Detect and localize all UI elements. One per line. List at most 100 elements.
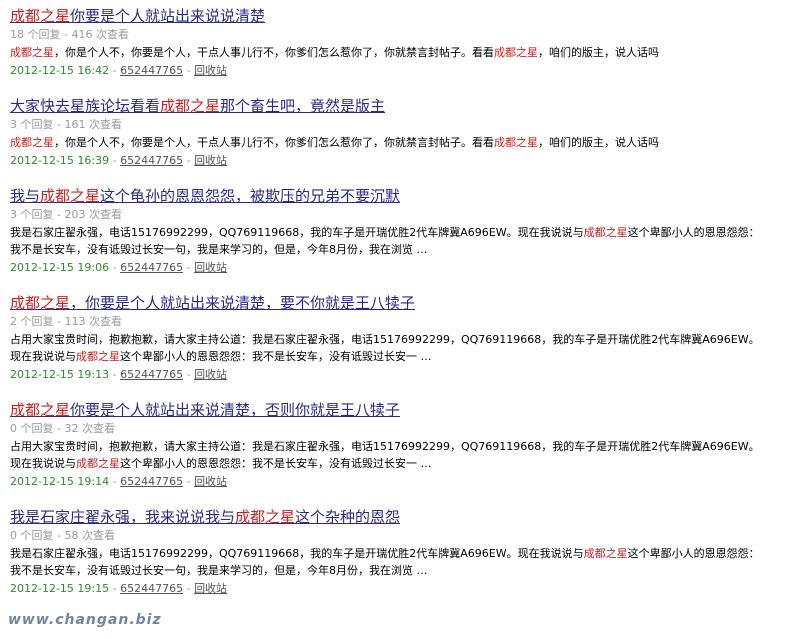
separator: - [183,475,195,488]
title-keyword-highlight: 成都之星 [10,294,71,312]
view-label: 次查看 [78,422,115,435]
separator: - [109,64,121,77]
reply-label: 个回复 - [17,422,65,435]
separator: - [183,368,195,381]
title-text: 你要是个人就站出来说清楚，否则你就是王八犊子 [70,401,401,419]
snippet-text: 我是石家庄翟永强，电话15176992299，QQ769119668，我的车子是… [10,547,584,560]
snippet-keyword-highlight: 成都之星 [583,226,628,239]
result-title-link[interactable]: 我是石家庄翟永强，我来说说我与成都之星这个杂种的恩怨 [10,507,400,527]
reply-count: 3 [10,208,17,221]
view-count: 203 [64,208,86,221]
title-text: 这个杂种的恩怨 [295,508,401,526]
post-date: 2012-12-15 16:42 [10,64,110,77]
result-title-link[interactable]: 我与成都之星这个龟孙的恩恩怨怨，被欺压的兄弟不要沉默 [10,186,400,206]
watermark-logo: www.changan.biz [8,612,162,628]
result-snippet: 占用大家宝贵时间，抱歉抱歉，请大家主持公道：我是石家庄翟永强，电话1517699… [10,438,770,472]
search-results: 成都之星你要是个人就站出来说说清楚 18 个回复 - 416 次查看 成都之星，你是… [0,0,792,597]
title-text: 那个畜生吧，竟然是版主 [220,97,386,115]
title-keyword-highlight: 成都之星 [10,7,71,25]
result-title-link[interactable]: 成都之星你要是个人就站出来说清楚，否则你就是王八犊子 [10,400,400,420]
title-text: 我是石家庄翟永强，我来说说我与 [10,508,236,526]
separator: - [109,475,121,488]
result-title-link[interactable]: 大家快去星族论坛看看成都之星那个畜生吧，竟然是版主 [10,96,385,116]
snippet-text: 这个卑鄙小人的恩恩怨怨：我不是长安车，没有诋毁过长安一 … [120,457,432,470]
author-link[interactable]: 652447765 [120,64,183,77]
author-link[interactable]: 652447765 [120,475,183,488]
title-text: 你要是个人就站出来说说清楚 [70,7,266,25]
snippet-text: ，你是个人不，你要是个人，干点人事儿行不，你爹们怎么惹你了，你就禁言封帖子。看看 [54,46,494,59]
result-snippet: 我是石家庄翟永强，电话15176992299，QQ769119668，我的车子是… [10,224,770,258]
title-keyword-highlight: 成都之星 [40,187,101,205]
result-footer: 2012-12-15 19:14 - 652447765 - 回收站 [10,473,792,490]
post-date: 2012-12-15 16:39 [10,154,110,167]
result-snippet: 成都之星，你是个人不，你要是个人，干点人事儿行不，你爹们怎么惹你了，你就禁言封帖… [10,44,770,61]
result-footer: 2012-12-15 16:39 - 652447765 - 回收站 [10,152,792,169]
recycle-bin-link[interactable]: 回收站 [194,64,227,77]
author-link[interactable]: 652447765 [120,154,183,167]
result-title-link[interactable]: 成都之星你要是个人就站出来说说清楚 [10,6,265,26]
view-count: 58 [64,529,79,542]
result-snippet: 占用大家宝贵时间，抱歉抱歉，请大家主持公道：我是石家庄翟永强，电话1517699… [10,331,770,365]
result-item: 成都之星你要是个人就站出来说说清楚 18 个回复 - 416 次查看 成都之星，你是… [10,6,792,79]
post-date: 2012-12-15 19:13 [10,368,110,381]
recycle-bin-link[interactable]: 回收站 [194,582,227,595]
result-footer: 2012-12-15 19:13 - 652447765 - 回收站 [10,366,792,383]
reply-label: 个回复 - [17,315,65,328]
recycle-bin-link[interactable]: 回收站 [194,368,227,381]
result-item: 成都之星，你要是个人就站出来说清楚，要不你就是王八犊子 2 个回复 - 113 次… [10,293,792,383]
separator: - [109,261,121,274]
view-label: 次查看 [85,315,122,328]
result-item: 我是石家庄翟永强，我来说说我与成都之星这个杂种的恩怨 0 个回复 - 58 次查看… [10,507,792,597]
title-text: 这个龟孙的恩恩怨怨，被欺压的兄弟不要沉默 [100,187,401,205]
result-stats: 18 个回复 - 416 次查看 [10,27,792,43]
reply-count: 3 [10,118,17,131]
reply-label: 个回复 - [17,529,65,542]
result-item: 大家快去星族论坛看看成都之星那个畜生吧，竟然是版主 3 个回复 - 161 次查看… [10,96,792,169]
title-keyword-highlight: 成都之星 [235,508,296,526]
snippet-text: ，你是个人不，你要是个人，干点人事儿行不，你爹们怎么惹你了，你就禁言封帖子。看看 [54,136,494,149]
recycle-bin-link[interactable]: 回收站 [194,154,227,167]
view-label: 次查看 [78,529,115,542]
view-label: 次查看 [85,118,122,131]
author-link[interactable]: 652447765 [120,261,183,274]
result-stats: 3 个回复 - 161 次查看 [10,117,792,133]
snippet-keyword-highlight: 成都之星 [10,46,54,59]
view-count: 113 [64,315,86,328]
result-stats: 0 个回复 - 32 次查看 [10,421,792,437]
author-link[interactable]: 652447765 [120,368,183,381]
recycle-bin-link[interactable]: 回收站 [194,475,227,488]
result-stats: 3 个回复 - 203 次查看 [10,207,792,223]
snippet-keyword-highlight: 成都之星 [10,136,54,149]
snippet-text: ，咱们的版主，说人话吗 [538,136,659,149]
result-footer: 2012-12-15 16:42 - 652447765 - 回收站 [10,62,792,79]
view-count: 416 [71,28,93,41]
separator: - [109,368,121,381]
result-title-link[interactable]: 成都之星，你要是个人就站出来说清楚，要不你就是王八犊子 [10,293,415,313]
snippet-keyword-highlight: 成都之星 [494,46,538,59]
author-link[interactable]: 652447765 [120,582,183,595]
recycle-bin-link[interactable]: 回收站 [194,261,227,274]
reply-count: 18 [10,28,24,41]
result-stats: 0 个回复 - 58 次查看 [10,528,792,544]
view-label: 次查看 [85,208,122,221]
post-date: 2012-12-15 19:15 [10,582,110,595]
snippet-text: 这个卑鄙小人的恩恩怨怨：我不是长安车，没有诋毁过长安一 … [120,350,432,363]
title-text: ，你要是个人就站出来说清楚，要不你就是王八犊子 [70,294,416,312]
result-snippet: 成都之星，你是个人不，你要是个人，干点人事儿行不，你爹们怎么惹你了，你就禁言封帖… [10,134,770,151]
separator: - [109,582,121,595]
snippet-text: ，咱们的版主，说人话吗 [538,46,659,59]
snippet-text: 我是石家庄翟永强，电话15176992299，QQ769119668，我的车子是… [10,226,584,239]
separator: - [183,582,195,595]
snippet-keyword-highlight: 成都之星 [76,350,120,363]
separator: - [109,154,121,167]
snippet-keyword-highlight: 成都之星 [494,136,538,149]
separator: - [183,261,195,274]
post-date: 2012-12-15 19:06 [10,261,110,274]
separator: - [183,154,195,167]
title-keyword-highlight: 成都之星 [160,97,221,115]
reply-label: 个回复 - [24,28,72,41]
title-text: 大家快去星族论坛看看 [10,97,161,115]
title-text: 我与 [10,187,41,205]
result-item: 成都之星你要是个人就站出来说清楚，否则你就是王八犊子 0 个回复 - 32 次查看… [10,400,792,490]
view-label: 次查看 [92,28,129,41]
